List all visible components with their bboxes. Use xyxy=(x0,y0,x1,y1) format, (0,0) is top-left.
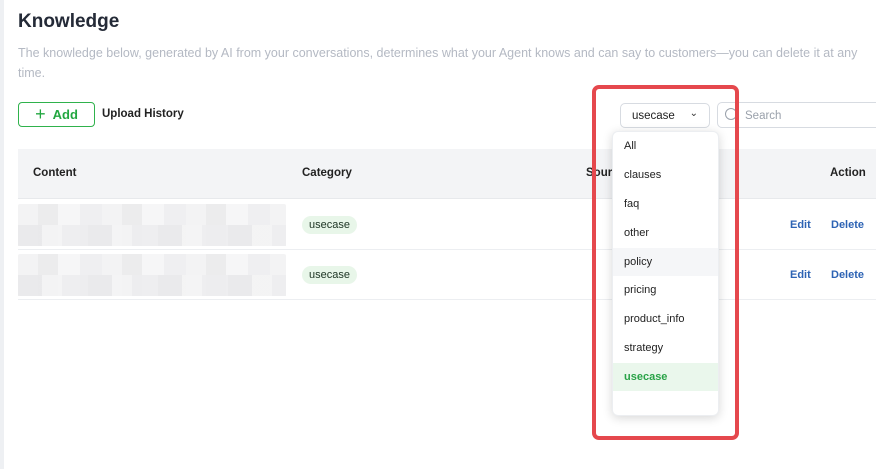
dropdown-option-other[interactable]: other xyxy=(613,219,718,247)
delete-link[interactable]: Delete xyxy=(831,269,864,281)
dropdown-option-faq[interactable]: faq xyxy=(613,190,718,218)
category-filter-select[interactable]: usecase ⌄ xyxy=(620,103,710,128)
upload-history-link[interactable]: Upload History xyxy=(102,108,184,120)
dropdown-option-policy[interactable]: policy xyxy=(613,248,718,276)
page-title: Knowledge xyxy=(18,11,120,32)
blurred-content-cell xyxy=(18,254,286,296)
left-edge xyxy=(0,0,4,469)
page-description: The knowledge below, generated by AI fro… xyxy=(18,46,858,80)
add-button-label: Add xyxy=(52,107,78,122)
category-dropdown-menu: All clauses faq other policy pricing pro… xyxy=(612,131,719,416)
category-badge: usecase xyxy=(302,216,357,234)
dropdown-option-all[interactable]: All xyxy=(613,132,718,160)
blurred-content-cell xyxy=(18,204,286,246)
edit-link[interactable]: Edit xyxy=(790,219,811,231)
chevron-down-icon: ⌄ xyxy=(689,108,698,119)
table-header: Content Category Sour Action xyxy=(18,149,876,199)
category-badge: usecase xyxy=(302,266,357,284)
search-input[interactable] xyxy=(745,107,865,124)
table-row: usecase Edit Delete xyxy=(18,250,876,300)
plus-icon: + xyxy=(35,103,46,124)
dropdown-option-product-info[interactable]: product_info xyxy=(613,305,718,333)
category-filter-value: usecase xyxy=(632,109,675,122)
search-box[interactable] xyxy=(717,102,876,128)
column-header-content: Content xyxy=(33,167,77,179)
column-header-source: Sour xyxy=(586,167,613,179)
dropdown-option-strategy[interactable]: strategy xyxy=(613,334,718,362)
add-button[interactable]: + Add xyxy=(18,102,95,127)
edit-link[interactable]: Edit xyxy=(790,269,811,281)
delete-link[interactable]: Delete xyxy=(831,219,864,231)
column-header-category: Category xyxy=(302,167,352,179)
dropdown-option-clauses[interactable]: clauses xyxy=(613,161,718,189)
dropdown-option-pricing[interactable]: pricing xyxy=(613,276,718,304)
column-header-action: Action xyxy=(830,167,866,179)
search-icon xyxy=(725,108,737,120)
table-row: usecase Edit Delete xyxy=(18,200,876,250)
dropdown-option-usecase[interactable]: usecase xyxy=(613,363,718,391)
